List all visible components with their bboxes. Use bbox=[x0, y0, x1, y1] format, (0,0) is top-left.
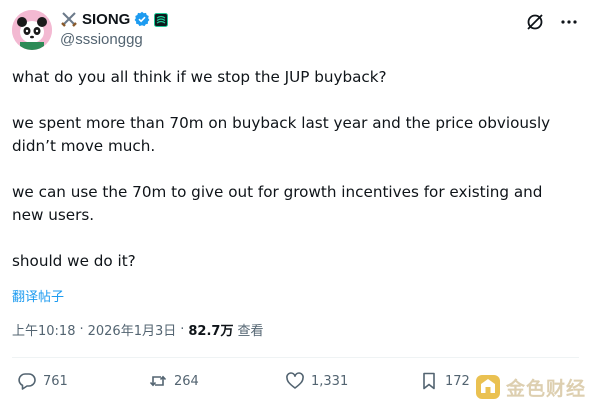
views-label: 查看 bbox=[237, 324, 264, 339]
repost-count: 264 bbox=[174, 373, 199, 389]
watermark-logo-icon bbox=[476, 375, 500, 399]
tweet-meta: 上午10:18 · 2026年1月3日 · 82.7万 查看 bbox=[12, 320, 263, 339]
author-handle[interactable]: @sssionggg bbox=[60, 31, 168, 48]
tweet-paragraph: we can use the 70m to give out for growt… bbox=[12, 183, 543, 224]
reply-button[interactable]: 761 bbox=[17, 371, 68, 391]
like-count: 1,331 bbox=[311, 373, 349, 389]
grok-icon[interactable] bbox=[525, 12, 545, 32]
bookmark-count: 172 bbox=[445, 373, 470, 389]
views-count[interactable]: 82.7万 bbox=[188, 320, 233, 339]
meta-separator: · bbox=[79, 322, 84, 337]
watermark-text: 金色财经 bbox=[506, 377, 587, 400]
tweet-text: what do you all think if we stop the JUP… bbox=[12, 66, 572, 273]
repost-icon bbox=[149, 375, 167, 387]
crossed-swords-icon bbox=[60, 10, 78, 28]
meta-separator: · bbox=[180, 322, 185, 337]
name-row: SIONG bbox=[60, 8, 169, 30]
author-info: SIONG @sssionggg bbox=[60, 8, 169, 48]
header-actions bbox=[525, 12, 579, 32]
tweet-header: SIONG @sssionggg bbox=[12, 8, 579, 56]
divider bbox=[12, 357, 579, 358]
tweet-paragraph: what do you all think if we stop the JUP… bbox=[12, 68, 387, 86]
reply-icon bbox=[18, 373, 36, 390]
avatar[interactable] bbox=[12, 10, 52, 50]
bookmark-button[interactable]: 172 bbox=[419, 371, 470, 391]
tweet-paragraph: should we do it? bbox=[12, 252, 136, 270]
like-button[interactable]: 1,331 bbox=[285, 371, 348, 391]
post-date[interactable]: 2026年1月3日 bbox=[88, 320, 177, 339]
heart-icon bbox=[286, 372, 304, 389]
tweet-paragraph: we spent more than 70m on buyback last y… bbox=[12, 114, 551, 155]
post-time[interactable]: 上午10:18 bbox=[12, 320, 75, 339]
repost-button[interactable]: 264 bbox=[148, 371, 199, 391]
watermark: 金色财经 bbox=[475, 370, 591, 404]
translate-post-link[interactable]: 翻译帖子 bbox=[12, 286, 64, 305]
verified-badge-icon[interactable] bbox=[134, 11, 150, 27]
display-name[interactable]: SIONG bbox=[82, 11, 130, 28]
panda-avatar-image bbox=[12, 10, 52, 50]
more-icon[interactable] bbox=[559, 12, 579, 32]
organization-badge-icon[interactable] bbox=[154, 12, 169, 27]
bookmark-icon bbox=[423, 372, 435, 390]
reply-count: 761 bbox=[43, 373, 68, 389]
